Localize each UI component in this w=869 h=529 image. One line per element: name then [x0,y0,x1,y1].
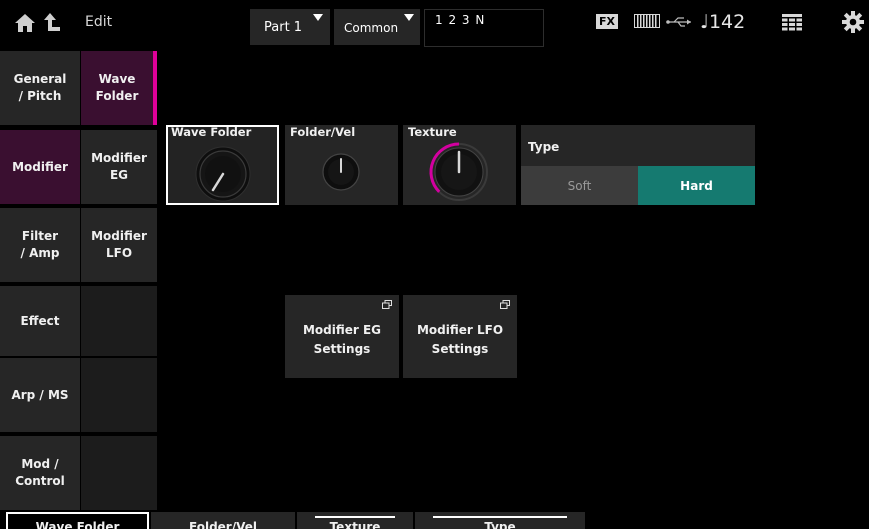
texture-knob[interactable] [403,125,516,205]
nav-mod-control[interactable]: Mod / Control [0,436,80,510]
subnav-modifier-eg[interactable]: Modifier EG [81,130,157,204]
part-label: Part 1 [264,20,303,35]
bottom-tab-label: Type [484,520,516,529]
keyboard-icon[interactable] [634,14,660,28]
top-bar: Edit Part 1 Common 1 2 3 N FX ♩142 [0,0,869,48]
knob-indicator-bar [433,516,567,518]
tempo-display[interactable]: ♩142 [700,11,745,33]
common-select-button[interactable]: Common [334,9,420,45]
nav-filter-amp[interactable]: Filter / Amp [0,208,80,282]
wave-folder-knob-panel[interactable]: Wave Folder [166,125,279,205]
common-label: Common [344,21,399,35]
bottom-tab-wave-folder[interactable]: Wave Folder [6,512,149,529]
subnav-empty [81,436,157,510]
subnav-empty [81,286,157,356]
wave-folder-knob[interactable] [168,127,281,207]
performance-name-field[interactable]: 1 2 3 N [424,9,544,47]
bottom-tab-texture[interactable]: Texture [297,512,413,529]
open-window-icon [500,300,510,309]
texture-knob-panel[interactable]: Texture [403,125,516,205]
subnav-empty [81,358,157,432]
folder-vel-knob[interactable] [285,125,398,205]
type-soft-button[interactable]: Soft [521,166,638,205]
subnav-modifier-lfo[interactable]: Modifier LFO [81,208,157,282]
gear-icon[interactable] [842,11,864,33]
modifier-eg-settings-label: Modifier EG Settings [302,323,382,356]
bottom-tab-label: Wave Folder [35,520,120,529]
modifier-lfo-settings-button[interactable]: Modifier LFO Settings [403,295,517,378]
nav-effect[interactable]: Effect [0,286,80,356]
type-selector-panel: Type Soft Hard [521,125,755,205]
nav-arp-ms[interactable]: Arp / MS [0,358,80,432]
knob-indicator-bar [315,516,395,518]
usb-icon [666,17,691,27]
performance-name: 1 2 3 N [435,13,486,27]
subnav-wave-folder[interactable]: Wave Folder [81,51,157,125]
dropdown-triangle-icon [404,14,414,21]
bottom-tab-label: Folder/Vel [189,520,257,529]
grid-icon[interactable] [782,14,802,31]
bottom-tab-type[interactable]: Type [415,512,585,529]
nav-general-pitch[interactable]: General / Pitch [0,51,80,125]
type-hard-button[interactable]: Hard [638,166,755,205]
type-label: Type [528,140,560,154]
modifier-eg-settings-button[interactable]: Modifier EG Settings [285,295,399,378]
bottom-tab-folder-vel[interactable]: Folder/Vel [151,512,295,529]
bottom-tab-label: Texture [329,520,381,529]
up-arrow-icon[interactable] [43,11,61,33]
dropdown-triangle-icon [313,14,323,21]
fx-icon[interactable]: FX [596,14,618,29]
edit-title: Edit [85,14,113,30]
part-select-button[interactable]: Part 1 [250,9,330,45]
nav-modifier[interactable]: Modifier [0,130,80,204]
open-window-icon [382,300,392,309]
home-icon[interactable] [14,12,36,34]
folder-vel-knob-panel[interactable]: Folder/Vel [285,125,398,205]
modifier-lfo-settings-label: Modifier LFO Settings [416,323,504,356]
